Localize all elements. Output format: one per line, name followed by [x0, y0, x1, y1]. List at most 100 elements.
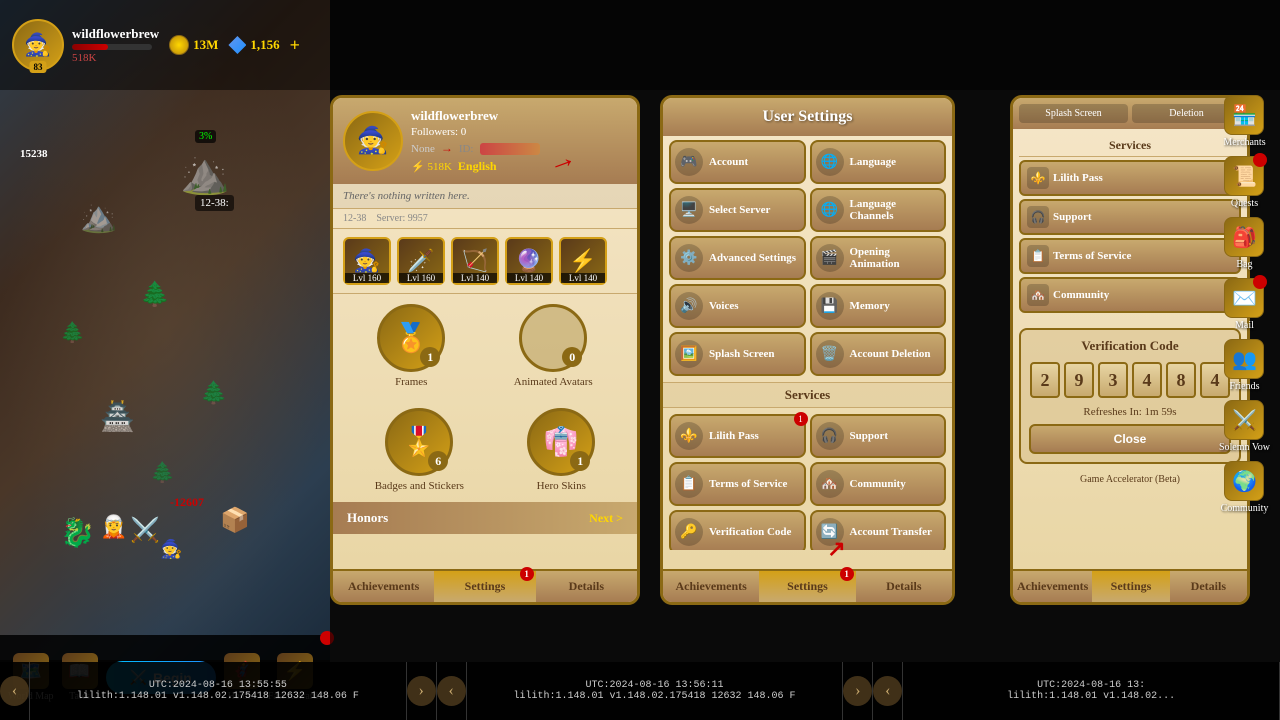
account-icon: 🎮 [675, 148, 703, 176]
language-channels-icon: 🌐 [816, 196, 844, 224]
panel-player-info: wildflowerbrew Followers: 0 None → ID: ⚡… [411, 108, 627, 174]
advanced-settings-icon: ⚙️ [675, 244, 703, 272]
char-1[interactable]: 🧙Lvl 160 [343, 237, 391, 285]
user-settings-grid: 🎮 Account 🌐 Language 🖥️ Select Server 🌐 … [663, 136, 952, 380]
verify-services: Services ⚜️ Lilith Pass 1 🎧 Support 📋 Te… [1013, 129, 1247, 322]
account-deletion-button[interactable]: 🗑️ Account Deletion [810, 332, 947, 376]
solemn-vow-icon: ⚔️ [1224, 400, 1264, 440]
advanced-settings-button[interactable]: ⚙️ Advanced Settings [669, 236, 806, 280]
refresh-timer: Refreshes In: 1m 59s [1029, 406, 1231, 418]
memory-button[interactable]: 💾 Memory [810, 284, 947, 328]
splash-screen-label: Splash Screen [709, 348, 775, 360]
game-accelerator-label: Game Accelerator (Beta) [1013, 470, 1247, 489]
char-2[interactable]: 🗡️Lvl 160 [397, 237, 445, 285]
verify-tab-details[interactable]: Details [1170, 569, 1247, 602]
frames-collectible[interactable]: 🏅1 Frames [377, 304, 445, 388]
opening-animation-button[interactable]: 🎬 Opening Animation [810, 236, 947, 280]
settings-tab-achievements[interactable]: Achievements [663, 569, 759, 602]
verify-community-icon: 🏘️ [1027, 284, 1049, 306]
digit-3: 3 [1098, 362, 1128, 398]
language-button[interactable]: 🌐 Language [810, 140, 947, 184]
sidebar-item-friends[interactable]: 👥 Friends [1219, 339, 1270, 392]
tab-achievements[interactable]: Achievements [333, 569, 434, 602]
verification-code-button[interactable]: 🔑 Verification Code [669, 510, 806, 550]
char-3[interactable]: 🏹Lvl 140 [451, 237, 499, 285]
add-currency-button[interactable]: + [290, 35, 300, 56]
status-segment-3: UTC:2024-08-16 13: lilith:1.148.01 v1.14… [903, 662, 1280, 720]
community-button[interactable]: 🏘️ Community [810, 462, 947, 506]
digit-2: 9 [1064, 362, 1094, 398]
account-button[interactable]: 🎮 Account [669, 140, 806, 184]
verify-lilith-pass-icon: ⚜️ [1027, 167, 1049, 189]
verify-tab-settings[interactable]: Settings [1092, 569, 1169, 602]
nav-arrow-right-1[interactable]: › [407, 662, 437, 720]
support-button[interactable]: 🎧 Support [810, 414, 947, 458]
memory-icon: 💾 [816, 292, 844, 320]
hero-skins-collectible[interactable]: 👘1 Hero Skins [527, 408, 595, 492]
close-button[interactable]: Close [1029, 424, 1231, 454]
sidebar-item-quests[interactable]: 📜 Quests [1219, 156, 1270, 209]
char-5[interactable]: ⚡Lvl 140 [559, 237, 607, 285]
badges-label: Badges and Stickers [375, 480, 464, 492]
right-arrow-icon-1: › [407, 676, 436, 706]
digit-1: 2 [1030, 362, 1060, 398]
code-digits: 2 9 3 4 8 4 [1029, 362, 1231, 398]
nav-arrow-left-2[interactable]: ‹ [437, 662, 467, 720]
panel-avatar: 🧙 [343, 111, 403, 171]
panel-header: 🧙 wildflowerbrew Followers: 0 None → ID:… [333, 98, 637, 184]
sidebar-item-community[interactable]: 🌍 Community [1219, 461, 1270, 514]
language-icon: 🌐 [816, 148, 844, 176]
verify-community-btn[interactable]: 🏘️ Community [1019, 277, 1241, 313]
select-server-button[interactable]: 🖥️ Select Server [669, 188, 806, 232]
splash-screen-button[interactable]: 🖼️ Splash Screen [669, 332, 806, 376]
avatar[interactable]: 🧙 83 [12, 19, 64, 71]
verify-support-icon: 🎧 [1027, 206, 1049, 228]
splash-screen-mini-btn[interactable]: Splash Screen [1019, 104, 1128, 123]
sidebar-item-mail[interactable]: ✉️ Mail [1219, 278, 1270, 331]
lilith-pass-button[interactable]: ⚜️ Lilith Pass 1 [669, 414, 806, 458]
tab-details[interactable]: Details [536, 569, 637, 602]
bag-icon: 🎒 [1224, 217, 1264, 257]
badges-collectible[interactable]: 🎖️6 Badges and Stickers [375, 408, 464, 492]
settings-tab-settings[interactable]: Settings 1 ↗ [759, 569, 855, 602]
verify-terms-btn[interactable]: 📋 Terms of Service [1019, 238, 1241, 274]
verify-lilith-pass-btn[interactable]: ⚜️ Lilith Pass 1 [1019, 160, 1241, 196]
settings-tab-details[interactable]: Details [856, 569, 952, 602]
char-4[interactable]: 🔮Lvl 140 [505, 237, 553, 285]
account-transfer-button[interactable]: 🔄 Account Transfer [810, 510, 947, 550]
verify-tab-achievements[interactable]: Achievements [1013, 569, 1092, 602]
left-arrow-icon-2: ‹ [437, 676, 466, 706]
next-button[interactable]: Next > [589, 511, 623, 526]
verification-panel: Splash Screen Deletion Services ⚜️ Lilit… [1010, 95, 1250, 605]
verification-code-label: Verification Code [709, 526, 791, 538]
nav-arrow-left-3[interactable]: ‹ [873, 662, 903, 720]
support-label: Support [850, 430, 889, 442]
select-server-label: Select Server [709, 204, 770, 216]
sidebar-item-bag[interactable]: 🎒 Bag [1219, 217, 1270, 270]
sidebar-item-merchants[interactable]: 🏪 Merchants [1219, 95, 1270, 148]
animated-avatars-collectible[interactable]: 0 Animated Avatars [514, 304, 593, 388]
coin-icon [169, 35, 189, 55]
gems-display[interactable]: 1,156 [228, 36, 279, 54]
tab-settings[interactable]: Settings 1 [434, 569, 535, 602]
verify-support-btn[interactable]: 🎧 Support [1019, 199, 1241, 235]
player-avatar-area[interactable]: 🧙 83 wildflowerbrew 518K [12, 19, 159, 71]
sidebar-item-solemn-vow[interactable]: ⚔️ Solemn Vow [1219, 400, 1270, 453]
mail-icon: ✉️ [1224, 278, 1264, 318]
voices-icon: 🔊 [675, 292, 703, 320]
gold-display[interactable]: 13M [169, 35, 218, 55]
select-server-icon: 🖥️ [675, 196, 703, 224]
animated-avatars-label: Animated Avatars [514, 376, 593, 388]
terms-button[interactable]: 📋 Terms of Service [669, 462, 806, 506]
voices-button[interactable]: 🔊 Voices [669, 284, 806, 328]
language-display: English [458, 159, 497, 174]
terms-icon: 📋 [675, 470, 703, 498]
verify-terms-label: Terms of Service [1053, 250, 1131, 262]
nav-arrow-right-2[interactable]: › [843, 662, 873, 720]
language-channels-button[interactable]: 🌐 Language Channels [810, 188, 947, 232]
voices-label: Voices [709, 300, 739, 312]
nav-arrow-left-1[interactable]: ‹ [0, 662, 30, 720]
player-name: wildflowerbrew [72, 26, 159, 42]
top-bar: 🧙 83 wildflowerbrew 518K 13M 1,156 + [0, 0, 1280, 90]
panels-container: 🧙 wildflowerbrew Followers: 0 None → ID:… [330, 0, 1280, 720]
